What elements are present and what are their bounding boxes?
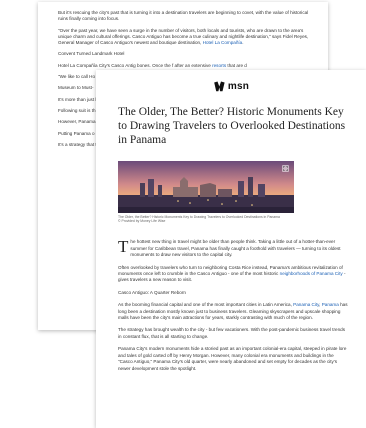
paragraph: The hottest new thing in travel might be…: [118, 237, 348, 258]
paragraph: The strategy has brought wealth to the c…: [118, 327, 348, 340]
inline-link[interactable]: Panama: [322, 302, 339, 307]
caption-credit: © Provided by Money Life Wise: [118, 219, 166, 224]
text-run: Panama City's modern monuments hide a st…: [118, 346, 347, 371]
hero-image[interactable]: [118, 161, 294, 213]
text-run: "Over the past year, we have seen a surg…: [58, 27, 309, 46]
paragraph: But it's rescuing the city's past that i…: [58, 10, 318, 23]
msn-logo: msn: [227, 80, 250, 92]
text-run: Hotel La Compañía City's Casco Antig bon…: [58, 62, 213, 68]
paragraph: Often overlooked by travelers who turn t…: [118, 265, 348, 284]
inline-link[interactable]: neighborhoods of Panama City: [280, 271, 343, 276]
drop-cap: T: [118, 237, 129, 257]
article-body: The hottest new thing in travel might be…: [118, 237, 348, 372]
text-run: Putting Panama o: [58, 130, 95, 136]
paragraph: Casco Antiguo: A Quarter Reborn: [118, 290, 348, 296]
paragraph: Panama City's modern monuments hide a st…: [118, 346, 348, 372]
text-run: Convent Turned Landmark Hotel: [58, 51, 125, 57]
panama-city-photo: [118, 161, 294, 213]
inline-link[interactable]: Panama City: [293, 302, 319, 307]
msn-butterfly-icon: [214, 81, 225, 91]
paragraph: "Over the past year, we have seen a surg…: [58, 28, 318, 47]
text-run: that are d: [226, 62, 247, 68]
text-run: .: [242, 40, 244, 46]
text-run: Museum to Must-: [58, 85, 94, 91]
inline-link[interactable]: Hotel La Compañía: [203, 40, 243, 45]
paragraph: Hotel La Compañía City's Casco Antig bon…: [58, 63, 318, 69]
paragraph: Convent Turned Landmark Hotel: [58, 51, 318, 57]
paragraph: As the booming financial capital and one…: [118, 302, 348, 321]
front-page: msn The Older, The Better? Historic Monu…: [96, 70, 366, 428]
text-run: But it's rescuing the city's past that i…: [58, 10, 309, 22]
inline-link[interactable]: resorts: [212, 63, 226, 68]
expand-image-icon[interactable]: [282, 165, 289, 172]
text-run: The strategy has brought wealth to the c…: [118, 327, 345, 339]
text-run: As the booming financial capital and one…: [118, 302, 294, 308]
article-headline: The Older, The Better? Historic Monument…: [118, 106, 346, 146]
msn-header[interactable]: msn: [96, 77, 366, 95]
text-run: he hottest new thing in travel might be …: [130, 239, 341, 258]
image-caption: The Older, the Better? Historic Monument…: [118, 215, 348, 223]
text-run: Casco Antiguo: A Quarter Reborn: [118, 289, 186, 295]
